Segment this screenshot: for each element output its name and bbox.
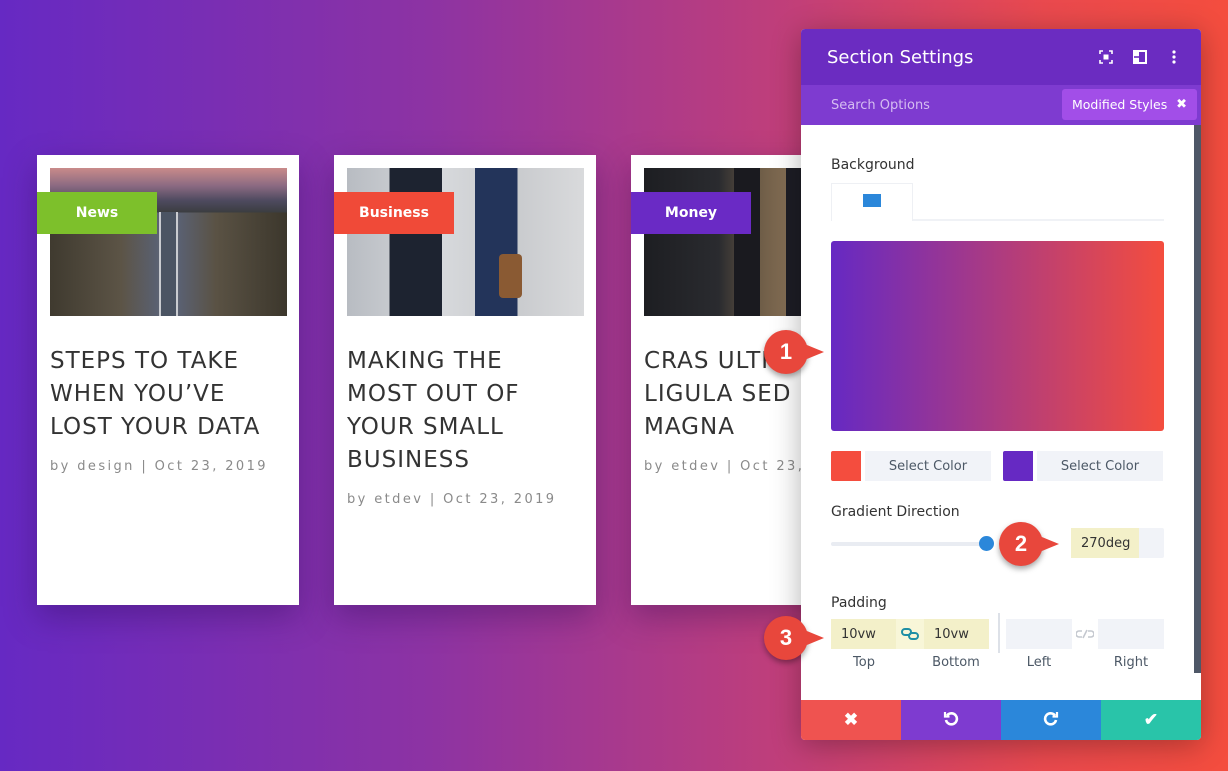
modified-styles-label: Modified Styles (1072, 97, 1168, 112)
padding-bottom-label: Bottom (932, 655, 980, 670)
slider-handle[interactable] (979, 536, 994, 551)
gradient-preview[interactable] (831, 241, 1164, 431)
padding-divider (998, 613, 1000, 653)
gradient-direction-slider[interactable] (831, 542, 987, 546)
panel-header[interactable]: Section Settings (801, 29, 1201, 85)
background-label: Background (831, 157, 915, 173)
padding-label: Padding (831, 595, 887, 611)
select-color-button[interactable]: Select Color (1037, 451, 1163, 481)
color-swatch-red[interactable] (831, 451, 861, 481)
padding-top-label: Top (853, 655, 875, 670)
card-title[interactable]: MAKING THE MOST OUT OF YOUR SMALL BUSINE… (347, 345, 587, 477)
padding-top-input[interactable]: 10vw (831, 619, 896, 649)
blog-card-business[interactable]: Business MAKING THE MOST OUT OF YOUR SMA… (334, 155, 596, 605)
unlink-icon[interactable] (1072, 619, 1098, 649)
callout-number: 3 (779, 625, 793, 650)
padding-left-label: Left (1026, 655, 1052, 670)
panel-scrollbar[interactable] (1194, 125, 1201, 673)
category-tag-money[interactable]: Money (631, 192, 751, 234)
tab-gradient[interactable] (831, 183, 913, 221)
redo-icon (1043, 710, 1059, 731)
undo-icon (943, 710, 959, 731)
padding-right-label: Right (1113, 655, 1149, 670)
background-type-tabs (831, 183, 1164, 221)
panel-title: Section Settings (827, 46, 974, 68)
cancel-button[interactable]: ✖ (801, 700, 901, 740)
category-tag-business[interactable]: Business (334, 192, 454, 234)
padding-labels: Top Bottom Left Right (831, 655, 1164, 671)
category-tag-news[interactable]: News (37, 192, 157, 234)
close-icon[interactable]: ✖ (1176, 97, 1187, 112)
link-icon[interactable] (896, 619, 924, 649)
section-settings-panel: Section Settings Search Options Modified… (801, 29, 1201, 740)
split-view-icon[interactable] (1123, 40, 1157, 74)
padding-bottom-input[interactable]: 10vw (924, 619, 989, 649)
card-title[interactable]: STEPS TO TAKE WHEN YOU’VE LOST YOUR DATA (50, 345, 290, 444)
more-options-icon[interactable] (1157, 40, 1191, 74)
undo-button[interactable] (901, 700, 1001, 740)
fullscreen-icon[interactable] (1089, 40, 1123, 74)
select-color-button[interactable]: Select Color (865, 451, 991, 481)
blog-card-news[interactable]: News STEPS TO TAKE WHEN YOU’VE LOST YOUR… (37, 155, 299, 605)
close-icon: ✖ (843, 710, 859, 729)
callout-badge-3: 3 (764, 616, 824, 660)
card-image-businessmen[interactable] (347, 168, 584, 316)
card-meta: by design | Oct 23, 2019 (50, 459, 268, 474)
gradient-icon (863, 193, 881, 212)
search-options-bar[interactable]: Search Options Modified Styles ✖ (801, 85, 1201, 125)
callout-number: 2 (1014, 531, 1028, 556)
check-icon: ✔ (1143, 710, 1159, 729)
gradient-color-row: Select Color Select Color (831, 451, 1163, 481)
save-button[interactable]: ✔ (1101, 700, 1201, 740)
modified-styles-button[interactable]: Modified Styles ✖ (1062, 89, 1197, 120)
callout-badge-2: 2 (999, 522, 1059, 566)
card-image-highway[interactable] (50, 168, 287, 316)
gradient-color-2[interactable]: Select Color (1003, 451, 1163, 481)
gradient-direction-value[interactable]: 270deg (1071, 528, 1139, 558)
card-meta: by etdev | Oct 23, 2019 (347, 492, 557, 507)
panel-body: Background Select Color Select Color Gra… (801, 125, 1194, 700)
callout-badge-1: 1 (764, 330, 824, 374)
gradient-color-1[interactable]: Select Color (831, 451, 991, 481)
redo-button[interactable] (1001, 700, 1101, 740)
padding-right-input[interactable] (1098, 619, 1164, 649)
padding-left-input[interactable] (1006, 619, 1072, 649)
panel-footer: ✖ ✔ (801, 700, 1201, 740)
gradient-direction-label: Gradient Direction (831, 504, 960, 520)
color-swatch-purple[interactable] (1003, 451, 1033, 481)
gradient-direction-input[interactable]: 270deg (1071, 528, 1164, 558)
padding-inputs: 10vw 10vw (831, 613, 1164, 653)
callout-number: 1 (779, 339, 793, 364)
